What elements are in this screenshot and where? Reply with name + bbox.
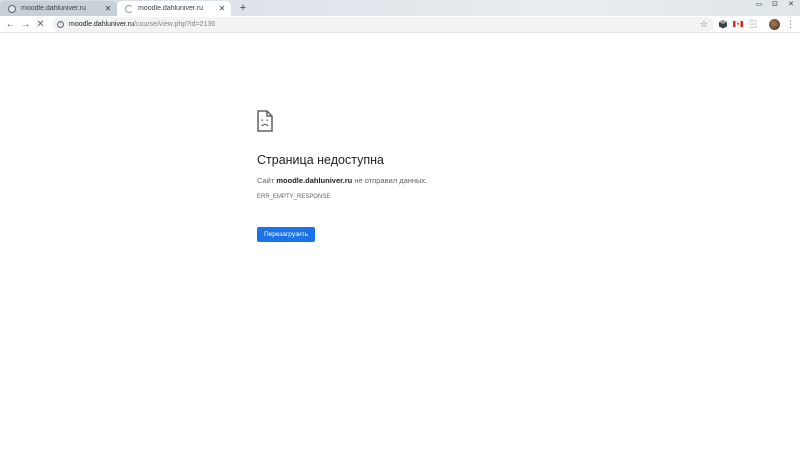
- error-desc-host: moodle.dahluniver.ru: [276, 176, 353, 185]
- profile-avatar[interactable]: [769, 19, 780, 30]
- back-button[interactable]: ←: [4, 18, 17, 31]
- tab-close-icon[interactable]: ✕: [103, 4, 113, 13]
- sad-document-icon: [257, 110, 273, 132]
- tab-moodle-1[interactable]: moodle.dahluniver.ru ✕: [0, 1, 117, 16]
- tab-close-icon[interactable]: ✕: [217, 4, 227, 13]
- info-icon[interactable]: i: [57, 21, 64, 28]
- address-bar[interactable]: i moodle.dahluniver.ru/course/view.php?i…: [52, 17, 714, 32]
- stop-button[interactable]: ✕: [34, 18, 47, 31]
- tab-moodle-2[interactable]: moodle.dahluniver.ru ✕: [117, 1, 231, 16]
- menu-icon[interactable]: ⋮: [786, 19, 795, 29]
- loading-spinner-icon: [125, 4, 133, 13]
- minimize-icon[interactable]: ▭: [752, 0, 766, 10]
- canada-flag-icon[interactable]: [733, 19, 743, 29]
- bookmark-star-icon[interactable]: ☆: [700, 19, 708, 30]
- error-description: Сайт moodle.dahluniver.ru не отправил да…: [257, 176, 427, 185]
- restore-icon[interactable]: ⊡: [768, 0, 782, 10]
- extension-cube-icon[interactable]: [718, 19, 728, 29]
- reload-button[interactable]: Перезагрузить: [257, 227, 315, 242]
- error-desc-suffix: не отправил данных.: [352, 176, 428, 185]
- tab-title: moodle.dahluniver.ru: [21, 5, 86, 12]
- new-tab-button[interactable]: +: [237, 2, 249, 14]
- tab-strip: moodle.dahluniver.ru ✕ moodle.dahluniver…: [0, 0, 800, 16]
- globe-icon: [8, 4, 16, 13]
- url-path: /course/view.php?id=2136: [134, 21, 216, 28]
- forward-button[interactable]: →: [19, 18, 32, 31]
- error-page: Страница недоступна Сайт moodle.dahluniv…: [0, 34, 800, 450]
- error-code: ERR_EMPTY_RESPONSE: [257, 194, 331, 200]
- close-window-icon[interactable]: ✕: [784, 0, 798, 10]
- tab-title: moodle.dahluniver.ru: [138, 5, 203, 12]
- error-desc-prefix: Сайт: [257, 176, 277, 185]
- error-title: Страница недоступна: [257, 153, 384, 167]
- browser-toolbar: ← → ✕ i moodle.dahluniver.ru/course/view…: [0, 16, 800, 33]
- extension-page-icon[interactable]: [748, 19, 758, 29]
- url-host: moodle.dahluniver.ru: [69, 21, 134, 28]
